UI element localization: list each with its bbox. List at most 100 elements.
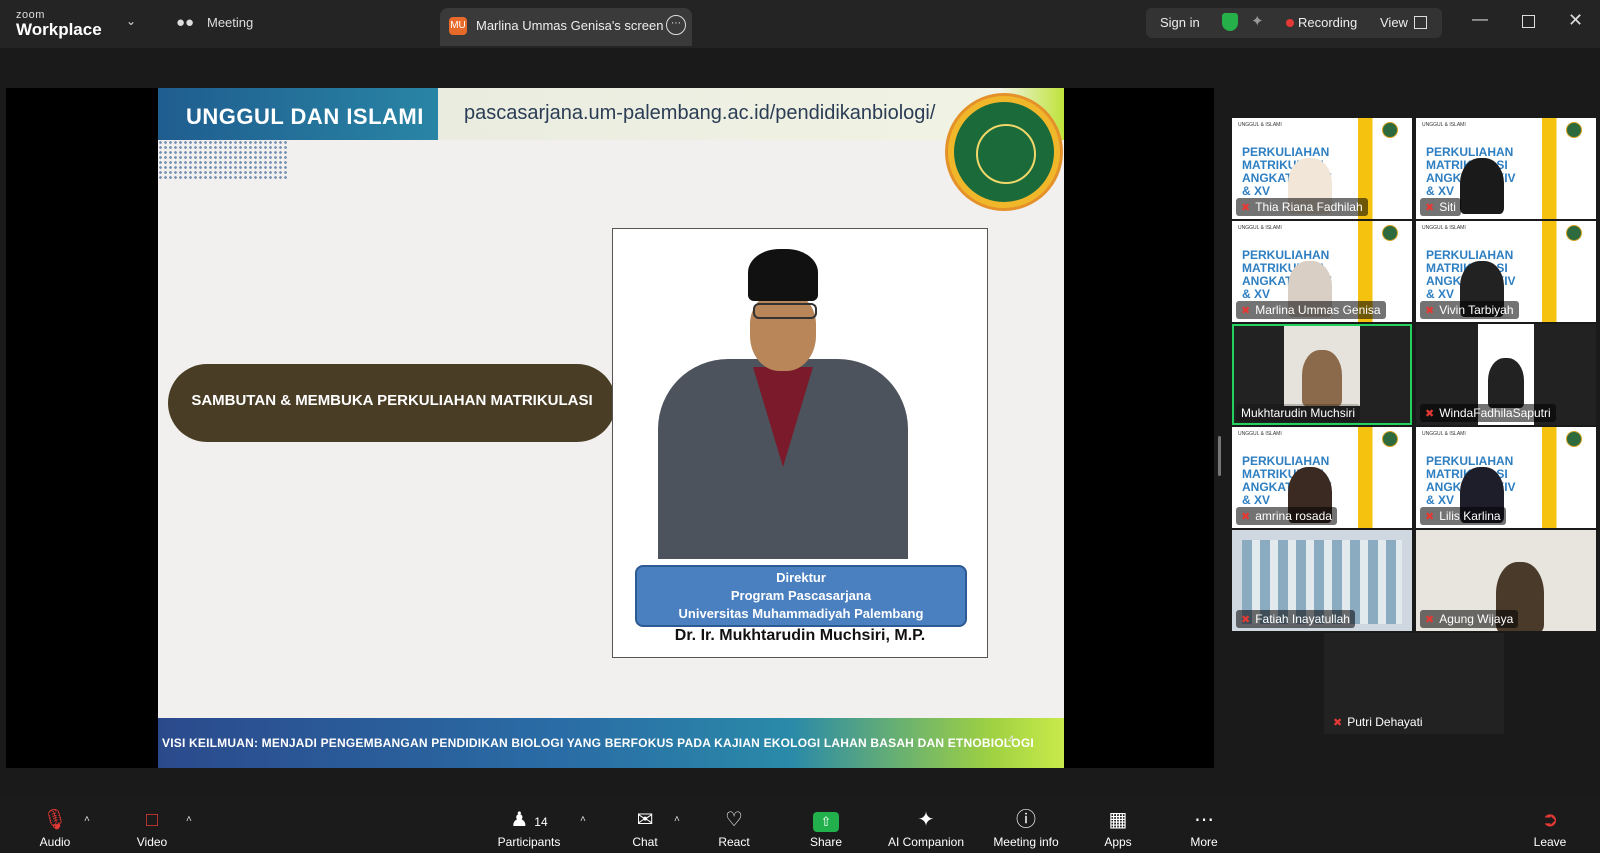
- video-off-icon: □: [145, 809, 159, 831]
- participant-name-label: ✖ WindaFadhilaSaputri: [1420, 404, 1556, 422]
- chat-button[interactable]: ✉ Chat: [628, 808, 662, 849]
- ai-sparkle-icon: ✦: [917, 809, 935, 831]
- participant-name: amrina rosada: [1255, 509, 1332, 523]
- participant-tile[interactable]: UNGGUL & ISLAMIPERKULIAHANMATRIKULASIANG…: [1416, 427, 1596, 528]
- tab-meeting[interactable]: Meeting: [207, 15, 253, 30]
- mic-muted-icon: ✖: [1425, 407, 1435, 420]
- video-caret-icon[interactable]: ˄: [186, 814, 192, 825]
- decorative-dots: [158, 140, 288, 180]
- more-button[interactable]: ⋯ More: [1186, 808, 1222, 849]
- participant-tile[interactable]: ✖ WindaFadhilaSaputri: [1416, 324, 1596, 425]
- participant-name: WindaFadhilaSaputri: [1439, 406, 1551, 420]
- speaker-caption-box: Direktur Program Pascasarjana Universita…: [635, 565, 967, 627]
- tile-seal-icon: [1566, 122, 1582, 138]
- tile-slide-header: UNGGUL & ISLAMI: [1238, 431, 1282, 437]
- participant-name: Lilis Karlina: [1439, 509, 1501, 523]
- caption-line-2: Program Pascasarjana: [730, 588, 872, 603]
- meeting-icon: ●●: [176, 14, 195, 31]
- meeting-toolbar: [0, 797, 1600, 853]
- avatar-badge: MU: [449, 17, 467, 35]
- apps-label: Apps: [1104, 835, 1132, 849]
- ai-companion-label: AI Companion: [887, 835, 965, 849]
- audio-label: Audio: [39, 835, 71, 849]
- video-button[interactable]: □ Video: [132, 808, 172, 849]
- meeting-info-button[interactable]: ⓘ Meeting info: [988, 808, 1064, 849]
- slide-footer-bar: VISI KEILMUAN: MENJADI PENGEMBANGAN PEND…: [158, 718, 1064, 768]
- workplace-logo: Workplace: [16, 20, 102, 39]
- participant-name: Agung Wijaya: [1439, 612, 1514, 626]
- participant-tile[interactable]: ✖ Fatiah Inayatullah: [1232, 530, 1412, 631]
- tile-seal-icon: [1382, 225, 1398, 241]
- chevron-down-icon[interactable]: ⌄: [126, 14, 136, 28]
- participant-tile[interactable]: Mukhtarudin Muchsiri: [1232, 324, 1412, 425]
- participants-button[interactable]: ♟ 14 Participants: [494, 808, 564, 849]
- share-button[interactable]: ⇧ Share: [806, 808, 846, 849]
- grid-view-icon[interactable]: [1414, 16, 1427, 29]
- participant-name: Vivin Tarbiyah: [1439, 303, 1514, 317]
- speaker-name: Dr. Ir. Mukhtarudin Muchsiri, M.P.: [674, 627, 926, 644]
- university-seal-icon: [948, 96, 1060, 208]
- shared-screen-title: Marlina Ummas Genisa's screen: [476, 18, 664, 33]
- participants-caret-icon[interactable]: ˄: [580, 814, 586, 825]
- tile-seal-icon: [1566, 225, 1582, 241]
- react-button[interactable]: ♡ React: [716, 808, 752, 849]
- maximize-icon[interactable]: [1522, 15, 1535, 28]
- participant-tile[interactable]: UNGGUL & ISLAMIPERKULIAHANMATRIKULASIANG…: [1416, 221, 1596, 322]
- participant-name: Marlina Ummas Genisa: [1255, 303, 1381, 317]
- recording-indicator[interactable]: Recording: [1298, 15, 1357, 30]
- close-icon[interactable]: ✕: [1568, 10, 1583, 31]
- security-shield-icon[interactable]: [1222, 13, 1238, 31]
- ai-companion-button[interactable]: ✦ AI Companion: [884, 808, 968, 849]
- participant-name-label: Mukhtarudin Muchsiri: [1236, 404, 1361, 422]
- ai-sparkle-icon[interactable]: ✦: [1251, 12, 1264, 30]
- sign-in-button[interactable]: Sign in: [1160, 15, 1200, 30]
- video-label: Video: [136, 835, 168, 849]
- more-options-icon[interactable]: ⋯: [666, 15, 686, 35]
- info-icon: ⓘ: [1016, 809, 1036, 831]
- recording-dot-icon: [1286, 19, 1294, 27]
- slide-brand: UNGGUL DAN ISLAMI: [186, 104, 424, 129]
- participant-tile[interactable]: ✖ Putri Dehayati: [1324, 633, 1504, 734]
- participant-name-label: ✖ Marlina Ummas Genisa: [1236, 301, 1386, 319]
- slide-page-number: 4: [1008, 734, 1015, 746]
- mic-muted-icon: 🎙: [42, 809, 68, 831]
- speaker-photo-frame: Direktur Program Pascasarjana Universita…: [612, 228, 988, 658]
- participant-name-label: ✖ Agung Wijaya: [1420, 610, 1519, 628]
- slide-agenda-pill: SAMBUTAN & MEMBUKA PERKULIAHAN MATRIKULA…: [168, 364, 616, 442]
- view-button[interactable]: View: [1380, 15, 1408, 30]
- participant-tile[interactable]: UNGGUL & ISLAMIPERKULIAHANMATRIKULASIANG…: [1416, 118, 1596, 219]
- more-dots-icon: ⋯: [1194, 809, 1214, 831]
- participant-video: [1460, 158, 1504, 214]
- tile-slide-header: UNGGUL & ISLAMI: [1422, 122, 1466, 128]
- heart-icon: ♡: [725, 809, 743, 831]
- leave-button[interactable]: ➲ Leave: [1530, 808, 1570, 849]
- mic-muted-icon: ✖: [1241, 201, 1251, 214]
- participant-name-label: ✖ amrina rosada: [1236, 507, 1337, 525]
- panel-resize-handle[interactable]: [1218, 436, 1221, 476]
- tile-slide-header: UNGGUL & ISLAMI: [1238, 122, 1282, 128]
- participant-tile[interactable]: UNGGUL & ISLAMIPERKULIAHANMATRIKULASIANG…: [1232, 221, 1412, 322]
- audio-caret-icon[interactable]: ˄: [84, 814, 90, 825]
- react-label: React: [718, 835, 750, 849]
- share-screen-icon: ⇧: [806, 808, 846, 832]
- mic-muted-icon: ✖: [1241, 304, 1251, 317]
- audio-button[interactable]: 🎙 Audio: [34, 808, 76, 849]
- participant-tile[interactable]: UNGGUL & ISLAMIPERKULIAHANMATRIKULASIANG…: [1232, 427, 1412, 528]
- leave-label: Leave: [1533, 835, 1567, 849]
- chat-icon: ✉: [636, 809, 654, 831]
- caption-line-3: Universitas Muhammadiyah Palembang: [678, 606, 924, 621]
- slide-footer-text: VISI KEILMUAN: MENJADI PENGEMBANGAN PEND…: [162, 736, 1034, 750]
- participant-tile[interactable]: UNGGUL & ISLAMIPERKULIAHANMATRIKULASIANG…: [1232, 118, 1412, 219]
- mic-muted-icon: ✖: [1241, 613, 1251, 626]
- tile-slide-header: UNGGUL & ISLAMI: [1422, 225, 1466, 231]
- mic-muted-icon: ✖: [1425, 304, 1435, 317]
- participant-tile[interactable]: ✖ Agung Wijaya: [1416, 530, 1596, 631]
- chat-caret-icon[interactable]: ˄: [674, 814, 680, 825]
- tile-seal-icon: [1566, 431, 1582, 447]
- apps-button[interactable]: ▦ Apps: [1100, 808, 1136, 849]
- participant-video: [1284, 326, 1360, 406]
- minimize-icon[interactable]: —: [1472, 11, 1488, 29]
- caption-line-1: Direktur: [776, 570, 826, 585]
- slide-url: pascasarjana.um-palembang.ac.id/pendidik…: [464, 102, 936, 124]
- participant-name: Siti: [1439, 200, 1456, 214]
